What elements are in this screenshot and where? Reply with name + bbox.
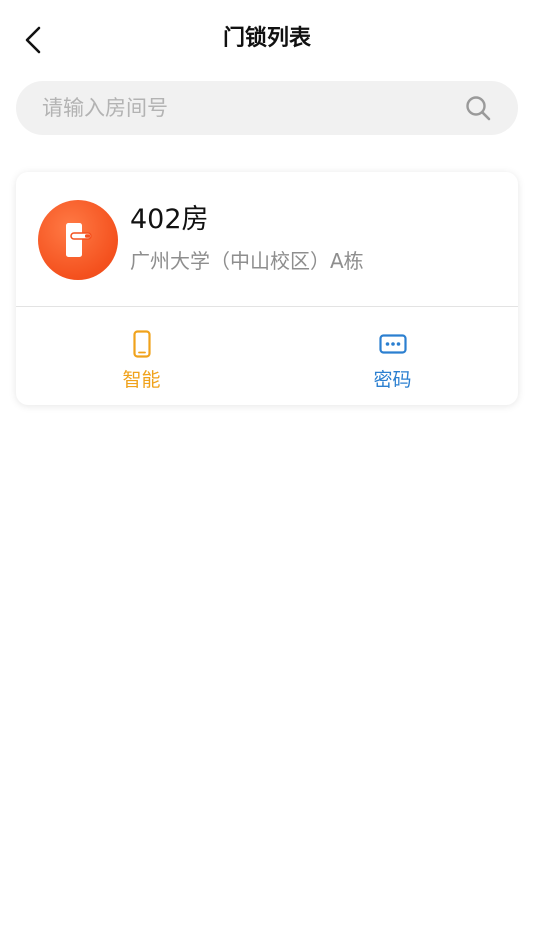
room-address: 广州大学（中山校区）A栋 (130, 249, 364, 273)
lock-card-info[interactable]: 402房 广州大学（中山校区）A栋 (16, 172, 518, 306)
header: 门锁列表 (0, 0, 534, 76)
search-icon[interactable] (464, 94, 492, 122)
smart-unlock-label: 智能 (122, 369, 161, 391)
search-input[interactable] (42, 81, 462, 135)
lock-avatar (38, 200, 118, 280)
password-unlock-label: 密码 (373, 369, 412, 391)
search-bar[interactable] (16, 81, 518, 135)
page-title: 门锁列表 (222, 26, 311, 51)
lock-card[interactable]: 402房 广州大学（中山校区）A栋 智能 密码 (16, 172, 518, 405)
password-unlock-button[interactable]: 密码 (267, 307, 518, 405)
password-dots-icon (378, 329, 408, 359)
door-lock-icon (66, 223, 92, 257)
smart-unlock-button[interactable]: 智能 (16, 307, 267, 405)
smartphone-icon (127, 329, 157, 359)
room-name: 402房 (130, 204, 209, 235)
